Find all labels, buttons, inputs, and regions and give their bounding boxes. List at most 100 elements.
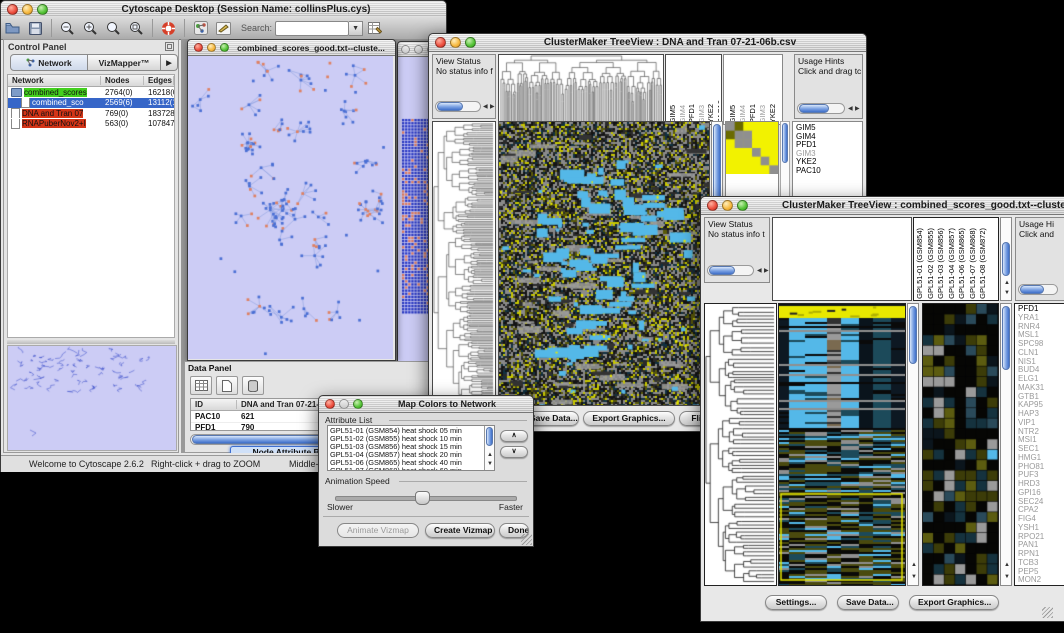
- network-table-header[interactable]: NetworkNodesEdges: [8, 75, 174, 87]
- usage-hints-hscrollbar[interactable]: [797, 103, 845, 114]
- save-data-button[interactable]: Save Data...: [837, 595, 899, 610]
- open-folder-icon[interactable]: [3, 19, 22, 38]
- close-icon[interactable]: [401, 45, 410, 54]
- row-dendrogram-canvas[interactable]: [433, 122, 495, 405]
- select-attributes-icon[interactable]: [190, 376, 212, 395]
- treeview2-titlebar[interactable]: ClusterMaker TreeView : combined_scores_…: [701, 197, 1064, 215]
- usage-hints-hscrollbar[interactable]: [1018, 284, 1058, 295]
- minimize-icon[interactable]: [722, 200, 733, 211]
- scroll-right-icon[interactable]: ▶: [855, 106, 860, 112]
- minimize-icon[interactable]: [339, 399, 349, 409]
- main-titlebar[interactable]: Cytoscape Desktop (Session Name: collins…: [1, 1, 446, 18]
- scroll-left-icon[interactable]: ◀: [757, 268, 762, 274]
- close-icon[interactable]: [707, 200, 718, 211]
- column-tree-panel[interactable]: [772, 217, 912, 301]
- network-tree-row[interactable]: RNAPuberNov2+I563(0)107847(0): [8, 119, 174, 130]
- row-dendrogram-panel[interactable]: [432, 121, 496, 406]
- network-manager-icon[interactable]: [191, 19, 210, 38]
- slider-thumb[interactable]: [415, 491, 430, 505]
- resize-grip[interactable]: [521, 534, 532, 545]
- gene-label[interactable]: MSI1: [1018, 436, 1064, 445]
- gene-label[interactable]: GPI16: [1018, 489, 1064, 498]
- gene-label[interactable]: RPN1: [1018, 550, 1064, 559]
- search-input[interactable]: [275, 21, 349, 36]
- search-dropdown-icon[interactable]: ▼: [349, 21, 363, 36]
- global-heatmap-canvas[interactable]: [779, 304, 905, 585]
- settings-button[interactable]: Settings...: [765, 595, 827, 610]
- gene-label[interactable]: GIM5: [796, 124, 862, 133]
- scroll-left-icon[interactable]: ◀: [848, 106, 853, 112]
- gene-label[interactable]: YKE2: [796, 158, 862, 167]
- gene-label[interactable]: PHO81: [1018, 463, 1064, 472]
- network-tree-row[interactable]: combined_sco2569(6)13112(15): [8, 98, 174, 109]
- gene-label[interactable]: SEC1: [1018, 445, 1064, 454]
- new-attribute-icon[interactable]: [216, 376, 238, 395]
- gene-label[interactable]: PUF3: [1018, 471, 1064, 480]
- zoom-vscrollbar[interactable]: ▲ ▼: [1000, 303, 1012, 586]
- scroll-up-icon[interactable]: ▲: [487, 452, 493, 458]
- tab-network[interactable]: Network: [10, 54, 88, 71]
- scroll-right-icon[interactable]: ▶: [490, 104, 495, 110]
- gene-label[interactable]: HAP3: [1018, 410, 1064, 419]
- gene-label[interactable]: ELG1: [1018, 375, 1064, 384]
- attribute-list[interactable]: GPL51-01 (GSM854) heat shock 05 minGPL51…: [327, 425, 495, 471]
- scroll-left-icon[interactable]: ◀: [483, 104, 488, 110]
- global-heatmap-panel[interactable]: [498, 121, 710, 406]
- treeview1-titlebar[interactable]: ClusterMaker TreeView : DNA and Tran 07-…: [429, 34, 866, 52]
- gene-label[interactable]: BUD4: [1018, 366, 1064, 375]
- scroll-right-icon[interactable]: ▶: [764, 268, 769, 274]
- zoom-fit-icon[interactable]: [104, 19, 123, 38]
- gene-label[interactable]: FIG4: [1018, 515, 1064, 524]
- attribute-item[interactable]: GPL51-07 (GSM868) heat shock 60 min: [328, 467, 494, 471]
- scroll-up-icon[interactable]: ▲: [911, 562, 917, 568]
- attribute-item[interactable]: GPL51-02 (GSM855) heat shock 10 min: [328, 435, 494, 443]
- gene-label[interactable]: NTR2: [1018, 428, 1064, 437]
- zoom-window-icon[interactable]: [353, 399, 363, 409]
- network-tree-row[interactable]: combined_scores2764(0)16218(0): [8, 87, 174, 98]
- gene-label[interactable]: GIM4: [796, 133, 862, 142]
- scroll-down-icon[interactable]: ▼: [487, 461, 493, 467]
- gene-label[interactable]: PEP5: [1018, 568, 1064, 577]
- column-labels-vscrollbar[interactable]: ▲ ▼: [1000, 217, 1012, 301]
- column-dendrogram-panel[interactable]: [498, 54, 664, 125]
- scroll-up-icon[interactable]: ▲: [1004, 562, 1010, 568]
- network-canvas[interactable]: [188, 56, 393, 359]
- create-vizmap-button[interactable]: Create Vizmap: [425, 523, 495, 538]
- zoom-selected-icon[interactable]: [127, 19, 146, 38]
- animate-vizmap-button[interactable]: Animate Vizmap: [337, 523, 419, 538]
- gene-label[interactable]: KAP95: [1018, 401, 1064, 410]
- gene-label[interactable]: CPA2: [1018, 506, 1064, 515]
- annotation-icon[interactable]: [214, 19, 233, 38]
- zoom-heatmap-canvas[interactable]: [923, 304, 998, 585]
- save-icon[interactable]: [26, 19, 45, 38]
- gene-label[interactable]: RPO21: [1018, 533, 1064, 542]
- view-status-hscrollbar[interactable]: [707, 265, 754, 276]
- export-graphics-button[interactable]: Export Graphics...: [583, 411, 675, 426]
- close-icon[interactable]: [435, 37, 446, 48]
- gene-label[interactable]: HRD3: [1018, 480, 1064, 489]
- minimize-icon[interactable]: [207, 43, 216, 52]
- network-tree-row[interactable]: DNA and Tran 07769(0)183728(0): [8, 108, 174, 119]
- delete-attribute-icon[interactable]: [242, 376, 264, 395]
- zoom-window-icon[interactable]: [737, 200, 748, 211]
- gene-label[interactable]: HMG1: [1018, 454, 1064, 463]
- gene-label[interactable]: YRA1: [1018, 314, 1064, 323]
- gene-label[interactable]: PAN1: [1018, 541, 1064, 550]
- zoom-window-icon[interactable]: [220, 43, 229, 52]
- attribute-table-icon[interactable]: [365, 19, 384, 38]
- gene-label[interactable]: PFD1: [796, 141, 862, 150]
- export-graphics-button[interactable]: Export Graphics...: [909, 595, 999, 610]
- gene-label[interactable]: MSL1: [1018, 331, 1064, 340]
- gene-label[interactable]: TCB3: [1018, 559, 1064, 568]
- close-icon[interactable]: [7, 4, 18, 15]
- gene-label[interactable]: CLN1: [1018, 349, 1064, 358]
- scroll-down-icon[interactable]: ▼: [911, 574, 917, 580]
- close-icon[interactable]: [325, 399, 335, 409]
- row-dendrogram-panel[interactable]: [704, 303, 777, 586]
- row-dendrogram-canvas[interactable]: [705, 304, 776, 585]
- zoom-window-icon[interactable]: [465, 37, 476, 48]
- zoom-window-icon[interactable]: [37, 4, 48, 15]
- float-panel-icon[interactable]: [165, 38, 174, 56]
- gene-label[interactable]: GTB1: [1018, 393, 1064, 402]
- move-down-button[interactable]: ∨: [500, 446, 528, 458]
